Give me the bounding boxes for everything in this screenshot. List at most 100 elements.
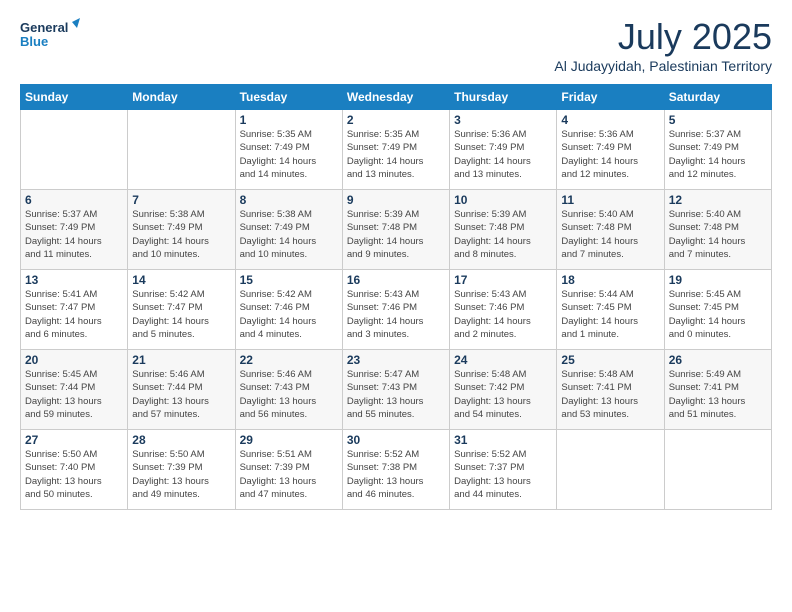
title-block: July 2025 Al Judayyidah, Palestinian Ter… [554, 16, 772, 74]
day-number: 12 [669, 193, 767, 207]
calendar-week-row: 27Sunrise: 5:50 AM Sunset: 7:40 PM Dayli… [21, 430, 772, 510]
svg-text:General: General [20, 20, 68, 35]
cell-info: Sunrise: 5:43 AM Sunset: 7:46 PM Dayligh… [454, 288, 552, 341]
subtitle: Al Judayyidah, Palestinian Territory [554, 58, 772, 74]
calendar-cell [128, 110, 235, 190]
day-number: 19 [669, 273, 767, 287]
day-number: 9 [347, 193, 445, 207]
day-number: 21 [132, 353, 230, 367]
day-header: Saturday [664, 85, 771, 110]
cell-info: Sunrise: 5:40 AM Sunset: 7:48 PM Dayligh… [669, 208, 767, 261]
day-number: 22 [240, 353, 338, 367]
cell-info: Sunrise: 5:47 AM Sunset: 7:43 PM Dayligh… [347, 368, 445, 421]
cell-info: Sunrise: 5:35 AM Sunset: 7:49 PM Dayligh… [240, 128, 338, 181]
svg-text:Blue: Blue [20, 34, 48, 49]
cell-info: Sunrise: 5:35 AM Sunset: 7:49 PM Dayligh… [347, 128, 445, 181]
calendar-cell: 14Sunrise: 5:42 AM Sunset: 7:47 PM Dayli… [128, 270, 235, 350]
cell-info: Sunrise: 5:52 AM Sunset: 7:38 PM Dayligh… [347, 448, 445, 501]
calendar-cell: 30Sunrise: 5:52 AM Sunset: 7:38 PM Dayli… [342, 430, 449, 510]
cell-info: Sunrise: 5:48 AM Sunset: 7:42 PM Dayligh… [454, 368, 552, 421]
calendar: SundayMondayTuesdayWednesdayThursdayFrid… [20, 84, 772, 510]
day-number: 26 [669, 353, 767, 367]
cell-info: Sunrise: 5:49 AM Sunset: 7:41 PM Dayligh… [669, 368, 767, 421]
calendar-cell: 28Sunrise: 5:50 AM Sunset: 7:39 PM Dayli… [128, 430, 235, 510]
cell-info: Sunrise: 5:37 AM Sunset: 7:49 PM Dayligh… [25, 208, 123, 261]
cell-info: Sunrise: 5:43 AM Sunset: 7:46 PM Dayligh… [347, 288, 445, 341]
day-number: 4 [561, 113, 659, 127]
day-number: 7 [132, 193, 230, 207]
day-number: 24 [454, 353, 552, 367]
calendar-cell: 12Sunrise: 5:40 AM Sunset: 7:48 PM Dayli… [664, 190, 771, 270]
calendar-cell: 26Sunrise: 5:49 AM Sunset: 7:41 PM Dayli… [664, 350, 771, 430]
cell-info: Sunrise: 5:51 AM Sunset: 7:39 PM Dayligh… [240, 448, 338, 501]
cell-info: Sunrise: 5:39 AM Sunset: 7:48 PM Dayligh… [347, 208, 445, 261]
day-number: 8 [240, 193, 338, 207]
calendar-week-row: 13Sunrise: 5:41 AM Sunset: 7:47 PM Dayli… [21, 270, 772, 350]
day-number: 17 [454, 273, 552, 287]
calendar-cell: 21Sunrise: 5:46 AM Sunset: 7:44 PM Dayli… [128, 350, 235, 430]
day-header: Wednesday [342, 85, 449, 110]
calendar-cell: 23Sunrise: 5:47 AM Sunset: 7:43 PM Dayli… [342, 350, 449, 430]
calendar-cell: 9Sunrise: 5:39 AM Sunset: 7:48 PM Daylig… [342, 190, 449, 270]
cell-info: Sunrise: 5:42 AM Sunset: 7:47 PM Dayligh… [132, 288, 230, 341]
calendar-cell: 6Sunrise: 5:37 AM Sunset: 7:49 PM Daylig… [21, 190, 128, 270]
cell-info: Sunrise: 5:37 AM Sunset: 7:49 PM Dayligh… [669, 128, 767, 181]
cell-info: Sunrise: 5:39 AM Sunset: 7:48 PM Dayligh… [454, 208, 552, 261]
calendar-header-row: SundayMondayTuesdayWednesdayThursdayFrid… [21, 85, 772, 110]
calendar-cell: 15Sunrise: 5:42 AM Sunset: 7:46 PM Dayli… [235, 270, 342, 350]
day-number: 6 [25, 193, 123, 207]
calendar-cell: 10Sunrise: 5:39 AM Sunset: 7:48 PM Dayli… [450, 190, 557, 270]
logo-svg: General Blue [20, 16, 80, 56]
cell-info: Sunrise: 5:40 AM Sunset: 7:48 PM Dayligh… [561, 208, 659, 261]
day-number: 15 [240, 273, 338, 287]
day-header: Friday [557, 85, 664, 110]
calendar-cell: 18Sunrise: 5:44 AM Sunset: 7:45 PM Dayli… [557, 270, 664, 350]
calendar-cell: 13Sunrise: 5:41 AM Sunset: 7:47 PM Dayli… [21, 270, 128, 350]
day-number: 13 [25, 273, 123, 287]
day-number: 27 [25, 433, 123, 447]
cell-info: Sunrise: 5:50 AM Sunset: 7:39 PM Dayligh… [132, 448, 230, 501]
day-number: 2 [347, 113, 445, 127]
header: General Blue July 2025 Al Judayyidah, Pa… [20, 16, 772, 74]
logo: General Blue [20, 16, 80, 56]
day-number: 29 [240, 433, 338, 447]
day-number: 20 [25, 353, 123, 367]
day-number: 18 [561, 273, 659, 287]
cell-info: Sunrise: 5:48 AM Sunset: 7:41 PM Dayligh… [561, 368, 659, 421]
day-number: 23 [347, 353, 445, 367]
calendar-week-row: 20Sunrise: 5:45 AM Sunset: 7:44 PM Dayli… [21, 350, 772, 430]
calendar-cell: 4Sunrise: 5:36 AM Sunset: 7:49 PM Daylig… [557, 110, 664, 190]
cell-info: Sunrise: 5:50 AM Sunset: 7:40 PM Dayligh… [25, 448, 123, 501]
day-number: 1 [240, 113, 338, 127]
cell-info: Sunrise: 5:36 AM Sunset: 7:49 PM Dayligh… [454, 128, 552, 181]
cell-info: Sunrise: 5:45 AM Sunset: 7:45 PM Dayligh… [669, 288, 767, 341]
calendar-cell: 11Sunrise: 5:40 AM Sunset: 7:48 PM Dayli… [557, 190, 664, 270]
cell-info: Sunrise: 5:52 AM Sunset: 7:37 PM Dayligh… [454, 448, 552, 501]
calendar-body: 1Sunrise: 5:35 AM Sunset: 7:49 PM Daylig… [21, 110, 772, 510]
day-number: 30 [347, 433, 445, 447]
calendar-week-row: 6Sunrise: 5:37 AM Sunset: 7:49 PM Daylig… [21, 190, 772, 270]
day-number: 28 [132, 433, 230, 447]
calendar-cell: 2Sunrise: 5:35 AM Sunset: 7:49 PM Daylig… [342, 110, 449, 190]
calendar-cell: 7Sunrise: 5:38 AM Sunset: 7:49 PM Daylig… [128, 190, 235, 270]
cell-info: Sunrise: 5:46 AM Sunset: 7:44 PM Dayligh… [132, 368, 230, 421]
calendar-cell: 17Sunrise: 5:43 AM Sunset: 7:46 PM Dayli… [450, 270, 557, 350]
calendar-cell: 27Sunrise: 5:50 AM Sunset: 7:40 PM Dayli… [21, 430, 128, 510]
day-number: 14 [132, 273, 230, 287]
day-number: 3 [454, 113, 552, 127]
calendar-cell: 1Sunrise: 5:35 AM Sunset: 7:49 PM Daylig… [235, 110, 342, 190]
day-header: Sunday [21, 85, 128, 110]
day-number: 31 [454, 433, 552, 447]
calendar-cell [21, 110, 128, 190]
calendar-cell: 22Sunrise: 5:46 AM Sunset: 7:43 PM Dayli… [235, 350, 342, 430]
calendar-cell: 3Sunrise: 5:36 AM Sunset: 7:49 PM Daylig… [450, 110, 557, 190]
day-number: 25 [561, 353, 659, 367]
page: General Blue July 2025 Al Judayyidah, Pa… [0, 0, 792, 612]
day-header: Monday [128, 85, 235, 110]
calendar-cell: 20Sunrise: 5:45 AM Sunset: 7:44 PM Dayli… [21, 350, 128, 430]
day-header: Thursday [450, 85, 557, 110]
calendar-cell: 19Sunrise: 5:45 AM Sunset: 7:45 PM Dayli… [664, 270, 771, 350]
calendar-cell: 25Sunrise: 5:48 AM Sunset: 7:41 PM Dayli… [557, 350, 664, 430]
day-number: 5 [669, 113, 767, 127]
calendar-cell: 16Sunrise: 5:43 AM Sunset: 7:46 PM Dayli… [342, 270, 449, 350]
